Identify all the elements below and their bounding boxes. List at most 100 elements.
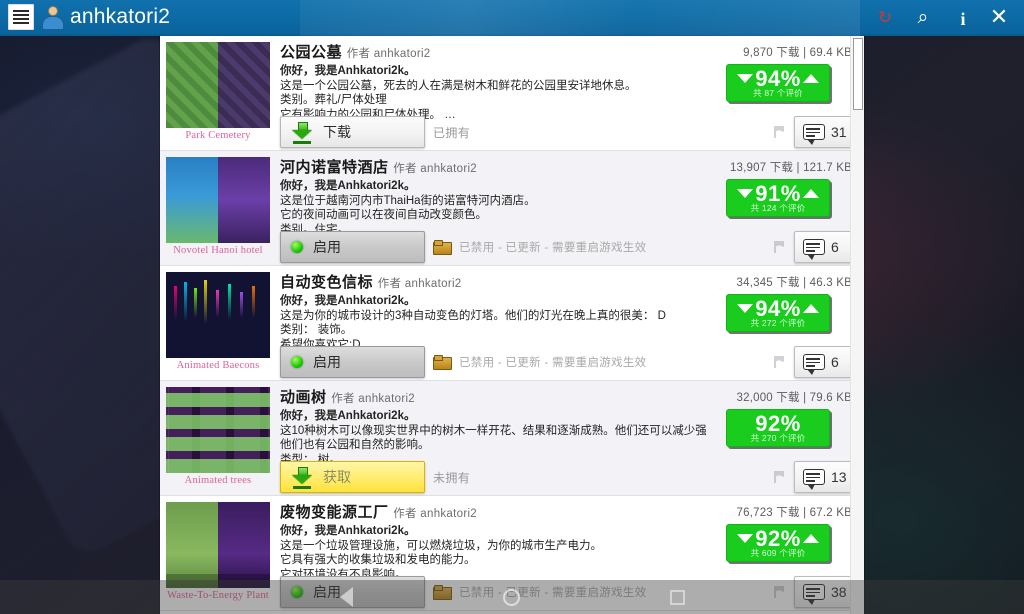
item-footer-actions: 6: [772, 346, 856, 378]
user-avatar-icon: [40, 4, 66, 30]
folder-icon[interactable]: [433, 355, 452, 370]
download-count: 76,723 下载 | 67.2 KB: [736, 507, 852, 519]
item-footer-actions: 6: [772, 231, 856, 263]
android-nav-bar: [0, 580, 1024, 614]
scrollbar-thumb[interactable]: [853, 38, 863, 110]
titlebar-actions: ↻ ⌕ i ✕: [868, 0, 1024, 34]
item-desc-line: 这是位于越南河内市ThaiHa街的诺富特河内酒店。: [280, 194, 536, 207]
home-circle-icon[interactable]: [502, 588, 520, 606]
item-desc-line: 这是一个公园公墓，死去的人在满是树木和鲜花的公园里安详地休息。: [280, 79, 637, 92]
enabled-dot-icon: [291, 241, 303, 253]
thumbs-down-icon[interactable]: [737, 189, 753, 198]
thumbs-down-icon[interactable]: [737, 74, 753, 83]
rating-badge[interactable]: 91% 共 124 个评价: [726, 179, 830, 217]
item-desc-line: 你好，我是Anhkatori2k。: [280, 525, 416, 537]
rating-percent: 92%: [755, 411, 801, 436]
item-title-text: 公园公墓: [280, 44, 343, 61]
item-thumbnail[interactable]: Park Cemetery: [164, 40, 270, 150]
list-item[interactable]: Park Cemetery 公园公墓 作者 anhkatori2 你好，我是An…: [160, 36, 864, 151]
flag-icon[interactable]: [772, 125, 786, 139]
item-actions: 启用 已禁用 - 已更新 - 需要重启游戏生效: [280, 231, 646, 263]
search-icon[interactable]: ⌕: [906, 0, 940, 34]
rating-percent: 92%: [755, 526, 801, 551]
item-title: 废物变能源工厂 作者 anhkatori2: [280, 503, 706, 524]
thumbnail-caption: Animated Baecons: [176, 360, 260, 371]
flag-icon[interactable]: [772, 240, 786, 254]
rating-badge[interactable]: 92% 共 609 个评价: [726, 524, 830, 562]
author-name: anhkatori2: [358, 393, 416, 405]
enable-button[interactable]: 启用: [280, 346, 425, 378]
item-thumbnail[interactable]: Novotel Hanoi hotel: [164, 155, 270, 265]
item-actions: 下载 已拥有: [280, 116, 470, 148]
enable-button[interactable]: 启用: [280, 231, 425, 263]
list-item[interactable]: Animated trees 动画树 作者 anhkatori2 你好，我是An…: [160, 381, 864, 496]
titlebar-highlight: [300, 0, 860, 36]
item-thumbnail[interactable]: Animated Baecons: [164, 270, 270, 380]
thumbs-up-icon[interactable]: [803, 534, 819, 543]
comments-button[interactable]: 13: [794, 461, 856, 493]
rating-badge[interactable]: 94% 共 272 个评价: [726, 294, 830, 332]
workshop-item-panel: Park Cemetery 公园公墓 作者 anhkatori2 你好，我是An…: [160, 36, 864, 614]
item-title-text: 自动变色信标: [280, 274, 374, 291]
list-item[interactable]: Novotel Hanoi hotel 河内诺富特酒店 作者 anhkatori…: [160, 151, 864, 266]
comment-count: 6: [831, 354, 839, 370]
item-stats: 9,870 下载 | 69.4 KB 94% 共 87 个评价 31: [712, 40, 864, 150]
item-title-text: 废物变能源工厂: [280, 504, 389, 521]
item-actions: 获取 未拥有: [280, 461, 470, 493]
rating-badge[interactable]: 92% 共 270 个评价: [726, 409, 830, 447]
download-arrow-icon: [291, 121, 313, 144]
thumbs-down-icon[interactable]: [737, 304, 753, 313]
back-triangle-icon[interactable]: [339, 587, 353, 607]
enable-button-label: 启用: [313, 239, 341, 255]
download-count: 9,870 下载 | 69.4 KB: [743, 47, 852, 59]
author-name: anhkatori2: [373, 48, 431, 60]
close-icon[interactable]: ✕: [982, 0, 1016, 34]
comment-count: 31: [831, 124, 847, 140]
thumbs-down-icon[interactable]: [737, 534, 753, 543]
item-footer-actions: 31: [772, 116, 856, 148]
steam-workshop-icon[interactable]: ↻: [868, 0, 902, 34]
item-desc-line: 他们也有公园和自然的影响。: [280, 439, 430, 452]
item-desc-line: 你好，我是Anhkatori2k。: [280, 295, 416, 307]
list-item[interactable]: Animated Baecons 自动变色信标 作者 anhkatori2 你好…: [160, 266, 864, 381]
folder-icon[interactable]: [433, 240, 452, 255]
rating-badge[interactable]: 94% 共 87 个评价: [726, 64, 830, 102]
rating-percent: 94%: [755, 66, 801, 91]
rating-count: 共 609 个评价: [750, 548, 806, 558]
item-desc-line: 类别。葬礼/尸体处理: [280, 94, 387, 107]
vertical-scrollbar[interactable]: [850, 36, 864, 614]
rating-percent: 91%: [755, 181, 801, 206]
author-name: anhkatori2: [420, 508, 478, 520]
item-info: 公园公墓 作者 anhkatori2 你好，我是Anhkatori2k。 这是一…: [270, 40, 712, 150]
rating-count: 共 270 个评价: [750, 433, 806, 443]
info-icon[interactable]: i: [944, 0, 978, 34]
rating-percent: 94%: [755, 296, 801, 321]
download-button[interactable]: 下载: [280, 116, 425, 148]
comment-bubble-icon: [803, 124, 825, 145]
flag-icon[interactable]: [772, 355, 786, 369]
thumbs-up-icon[interactable]: [803, 304, 819, 313]
thumbs-up-icon[interactable]: [803, 189, 819, 198]
item-title-text: 河内诺富特酒店: [280, 159, 389, 176]
author-prefix: 作者: [377, 278, 402, 290]
recents-square-icon[interactable]: [669, 589, 685, 605]
rating-count: 共 124 个评价: [750, 203, 806, 213]
window-titlebar: anhkatori2 ↻ ⌕ i ✕: [0, 0, 1024, 36]
thumbnail-caption: Novotel Hanoi hotel: [173, 245, 263, 256]
comments-button[interactable]: 31: [794, 116, 856, 148]
subscribe-button[interactable]: 获取: [280, 461, 425, 493]
comments-button[interactable]: 6: [794, 346, 856, 378]
enabled-dot-icon: [291, 356, 303, 368]
comment-bubble-icon: [803, 239, 825, 260]
thumbs-up-icon[interactable]: [803, 74, 819, 83]
author-name: anhkatori2: [420, 163, 478, 175]
comments-button[interactable]: 6: [794, 231, 856, 263]
item-stats: 32,000 下载 | 79.6 KB 92% 共 270 个评价 13: [712, 385, 864, 495]
rating-count: 共 87 个评价: [753, 88, 803, 98]
item-desc-line: 你好，我是Anhkatori2k。: [280, 65, 416, 77]
rating-count: 共 272 个评价: [750, 318, 806, 328]
item-thumbnail[interactable]: Animated trees: [164, 385, 270, 495]
hamburger-menu-button[interactable]: [8, 4, 34, 30]
flag-icon[interactable]: [772, 470, 786, 484]
download-count: 34,345 下载 | 46.3 KB: [736, 277, 852, 289]
